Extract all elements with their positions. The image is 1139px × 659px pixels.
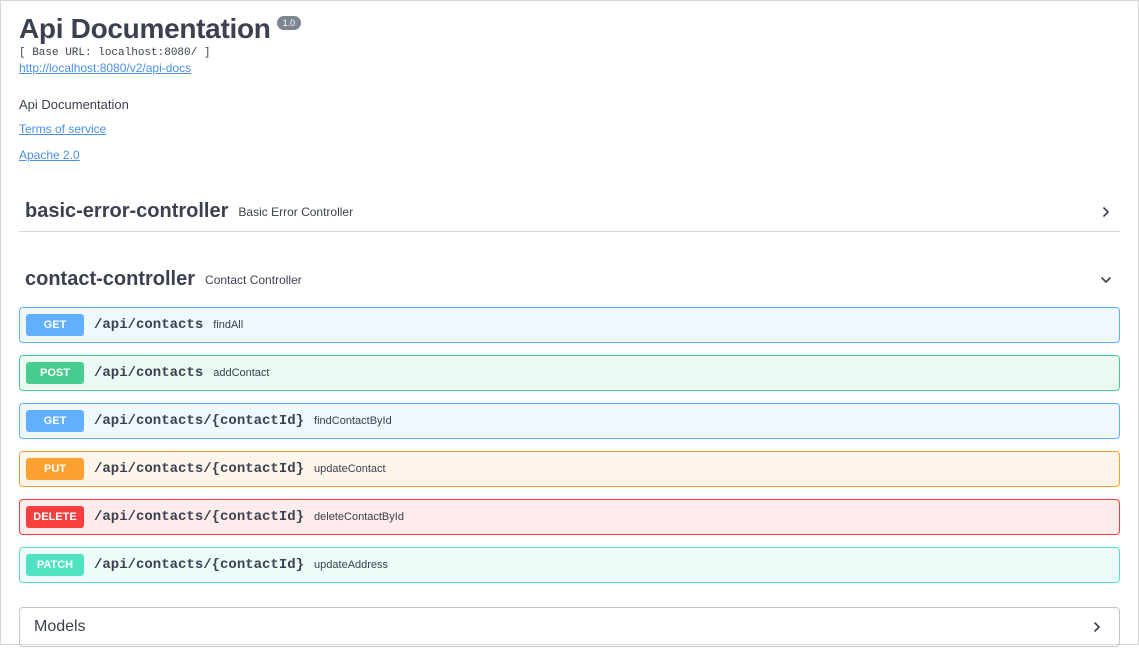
models-title: Models	[34, 618, 1089, 636]
tag-basic-error-controller[interactable]: basic-error-controller Basic Error Contr…	[19, 192, 1120, 232]
method-badge: PUT	[26, 458, 84, 480]
chevron-right-icon	[1098, 204, 1114, 220]
op-delete-deletecontactbyid[interactable]: DELETE /api/contacts/{contactId} deleteC…	[19, 499, 1120, 535]
tag-description: Basic Error Controller	[238, 205, 1098, 219]
op-summary: updateContact	[314, 463, 386, 475]
op-path: /api/contacts/{contactId}	[94, 557, 304, 573]
terms-of-service-link[interactable]: Terms of service	[19, 122, 106, 136]
op-path: /api/contacts/{contactId}	[94, 461, 304, 477]
tag-contact-controller[interactable]: contact-controller Contact Controller	[19, 260, 1120, 299]
method-badge: GET	[26, 314, 84, 336]
api-docs-link[interactable]: http://localhost:8080/v2/api-docs	[19, 61, 191, 75]
op-path: /api/contacts	[94, 317, 203, 333]
op-get-findcontactbyid[interactable]: GET /api/contacts/{contactId} findContac…	[19, 403, 1120, 439]
op-summary: deleteContactById	[314, 511, 404, 523]
chevron-right-icon	[1089, 619, 1105, 635]
op-post-addcontact[interactable]: POST /api/contacts addContact	[19, 355, 1120, 391]
method-badge: GET	[26, 410, 84, 432]
op-get-findall[interactable]: GET /api/contacts findAll	[19, 307, 1120, 343]
op-put-updatecontact[interactable]: PUT /api/contacts/{contactId} updateCont…	[19, 451, 1120, 487]
version-badge: 1.0	[277, 16, 302, 30]
op-path: /api/contacts/{contactId}	[94, 509, 304, 525]
op-summary: findContactById	[314, 415, 392, 427]
models-section[interactable]: Models	[19, 607, 1120, 647]
op-summary: updateAddress	[314, 559, 388, 571]
api-description: Api Documentation	[19, 97, 1120, 112]
tag-description: Contact Controller	[205, 273, 1098, 287]
op-path: /api/contacts	[94, 365, 203, 381]
method-badge: DELETE	[26, 506, 84, 528]
op-summary: findAll	[213, 319, 243, 331]
method-badge: POST	[26, 362, 84, 384]
tag-name: basic-error-controller	[25, 200, 228, 223]
op-summary: addContact	[213, 367, 269, 379]
page-title: Api Documentation	[19, 13, 271, 45]
tag-name: contact-controller	[25, 268, 195, 291]
method-badge: PATCH	[26, 554, 84, 576]
license-link[interactable]: Apache 2.0	[19, 148, 80, 162]
base-url: [ Base URL: localhost:8080/ ]	[19, 47, 1120, 59]
op-path: /api/contacts/{contactId}	[94, 413, 304, 429]
chevron-down-icon	[1098, 272, 1114, 288]
op-patch-updateaddress[interactable]: PATCH /api/contacts/{contactId} updateAd…	[19, 547, 1120, 583]
operations-list: GET /api/contacts findAll POST /api/cont…	[19, 307, 1120, 583]
